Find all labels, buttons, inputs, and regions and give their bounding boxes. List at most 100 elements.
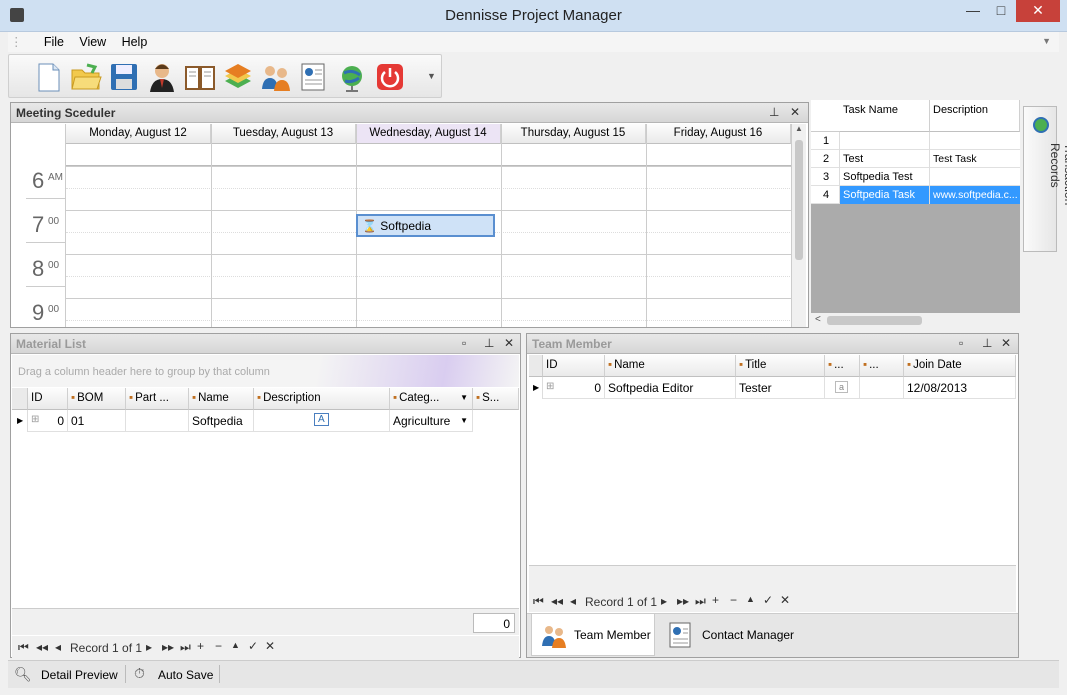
col-header[interactable]: ▪ Join Date: [904, 355, 1016, 377]
dropdown-icon[interactable]: ▼: [460, 416, 468, 425]
nav-delete-icon[interactable]: −: [730, 593, 737, 607]
nav-accept-icon[interactable]: ✓: [248, 639, 258, 653]
tab-contact-manager[interactable]: Contact Manager: [659, 614, 799, 656]
tab-team-member[interactable]: Team Member: [531, 614, 655, 656]
close-panel-icon[interactable]: ✕: [790, 105, 800, 119]
user-icon[interactable]: [145, 61, 179, 93]
nav-add-icon[interactable]: +: [712, 593, 719, 607]
nav-first-icon[interactable]: ⏮: [18, 640, 29, 655]
book-icon[interactable]: [183, 61, 217, 93]
menu-view[interactable]: View: [73, 33, 112, 51]
scheduler-scrollbar[interactable]: ▲: [792, 124, 806, 327]
nav-add-icon[interactable]: +: [197, 639, 204, 653]
cell-id[interactable]: ⊞ 0: [543, 377, 605, 399]
col-header[interactable]: ID: [543, 355, 605, 377]
day-header[interactable]: Thursday, August 15: [501, 124, 646, 144]
task-row[interactable]: 1: [811, 132, 1020, 150]
team-icon[interactable]: [259, 61, 293, 93]
nav-first-icon[interactable]: ⏮: [533, 594, 544, 609]
globe-icon[interactable]: [335, 61, 369, 93]
expand-icon[interactable]: ⊞: [31, 414, 39, 425]
close-panel-icon[interactable]: ✕: [1001, 336, 1011, 350]
cell-name[interactable]: Softpedia: [189, 410, 254, 432]
new-document-icon[interactable]: [31, 61, 65, 93]
maximize-panel-icon[interactable]: ▫: [462, 336, 466, 350]
day-header[interactable]: Monday, August 12: [66, 124, 211, 144]
task-row[interactable]: 2 Test Test Task: [811, 150, 1020, 168]
task-name-cell[interactable]: Softpedia Task: [840, 186, 930, 204]
nav-prev-icon[interactable]: ◂: [570, 594, 576, 608]
nav-next-icon[interactable]: ▸: [146, 640, 152, 654]
toolbar-overflow-icon[interactable]: ▼: [427, 71, 436, 81]
task-name-cell[interactable]: [840, 132, 930, 150]
cell-part[interactable]: [126, 410, 189, 432]
menu-help[interactable]: Help: [116, 33, 154, 51]
col-header[interactable]: ▪ BOM: [68, 388, 126, 410]
nav-prev-page-icon[interactable]: ◂◂: [551, 594, 563, 608]
cell-title[interactable]: Tester: [736, 377, 825, 399]
task-desc-cell[interactable]: [930, 168, 1020, 186]
minimize-button[interactable]: —: [960, 0, 986, 22]
maximize-button[interactable]: □: [988, 0, 1014, 22]
col-header[interactable]: ▪ Title: [736, 355, 825, 377]
nav-accept-icon[interactable]: ✓: [763, 593, 773, 607]
detail-preview-button[interactable]: Detail Preview: [41, 668, 118, 682]
col-task-name[interactable]: Task Name: [840, 100, 930, 132]
nav-edit-icon[interactable]: ▲: [746, 594, 755, 604]
task-name-cell[interactable]: Test: [840, 150, 930, 168]
cell-extra[interactable]: [860, 377, 904, 399]
nav-next-page-icon[interactable]: ▸▸: [162, 640, 174, 654]
cell-bom[interactable]: 01: [68, 410, 126, 432]
nav-cancel-icon[interactable]: ✕: [780, 593, 790, 607]
task-hscrollbar[interactable]: <: [811, 313, 1020, 328]
power-icon[interactable]: [373, 61, 407, 93]
nav-prev-page-icon[interactable]: ◂◂: [36, 640, 48, 654]
save-icon[interactable]: [107, 61, 141, 93]
nav-next-page-icon[interactable]: ▸▸: [677, 594, 689, 608]
col-header[interactable]: ▪ Categ... ▼: [390, 388, 473, 410]
nav-prev-icon[interactable]: ◂: [55, 640, 61, 654]
menu-file[interactable]: File: [38, 33, 70, 51]
cell-join[interactable]: 12/08/2013: [904, 377, 1016, 399]
pin-icon[interactable]: ⊥: [982, 336, 992, 350]
task-desc-cell[interactable]: Test Task: [930, 150, 1020, 168]
day-header[interactable]: Tuesday, August 13: [211, 124, 356, 144]
nav-last-icon[interactable]: ⏭: [180, 640, 191, 655]
contact-card-icon[interactable]: [297, 61, 331, 93]
pin-icon[interactable]: ⊥: [769, 105, 779, 119]
cell-photo[interactable]: a: [825, 377, 860, 399]
col-header[interactable]: ▪...: [860, 355, 904, 377]
day-header[interactable]: Friday, August 16: [646, 124, 791, 144]
col-header[interactable]: ▪ Name: [189, 388, 254, 410]
task-desc-cell[interactable]: [930, 132, 1020, 150]
appointment[interactable]: ⌛ Softpedia: [356, 214, 495, 237]
scheduler-grid[interactable]: Monday, August 12 Tuesday, August 13 Wed…: [12, 124, 792, 327]
task-name-cell[interactable]: Softpedia Test: [840, 168, 930, 186]
autosave-button[interactable]: Auto Save: [158, 668, 213, 682]
nav-next-icon[interactable]: ▸: [661, 594, 667, 608]
col-header[interactable]: ▪ S...: [473, 388, 519, 410]
image-placeholder-icon[interactable]: a: [835, 381, 849, 393]
cell-id[interactable]: ⊞ 0: [28, 410, 68, 432]
nav-cancel-icon[interactable]: ✕: [265, 639, 275, 653]
cell-name[interactable]: Softpedia Editor: [605, 377, 736, 399]
group-by-area[interactable]: Drag a column header here to group by th…: [12, 355, 519, 387]
sort-dropdown-icon[interactable]: ▼: [460, 393, 468, 402]
close-button[interactable]: ✕: [1016, 0, 1060, 22]
memo-edit-icon[interactable]: A: [314, 413, 329, 426]
col-header[interactable]: ▪ Part ...: [126, 388, 189, 410]
nav-last-icon[interactable]: ⏭: [695, 594, 706, 609]
transaction-records-tab[interactable]: Transaction Records: [1023, 106, 1067, 252]
task-desc-cell[interactable]: www.softpedia.c...: [930, 186, 1020, 204]
task-row[interactable]: 3 Softpedia Test: [811, 168, 1020, 186]
col-description[interactable]: Description: [930, 100, 1020, 132]
cell-category[interactable]: Agriculture ▼: [390, 410, 473, 432]
nav-edit-icon[interactable]: ▲: [231, 640, 240, 650]
col-header[interactable]: ID: [28, 388, 68, 410]
col-header[interactable]: ▪ Name: [605, 355, 736, 377]
cell-desc[interactable]: A: [254, 410, 390, 432]
col-header[interactable]: ▪ Description: [254, 388, 390, 410]
col-header[interactable]: ▪...: [825, 355, 860, 377]
footer-summary-field[interactable]: 0: [473, 613, 515, 633]
expand-icon[interactable]: ⊞: [546, 381, 554, 392]
